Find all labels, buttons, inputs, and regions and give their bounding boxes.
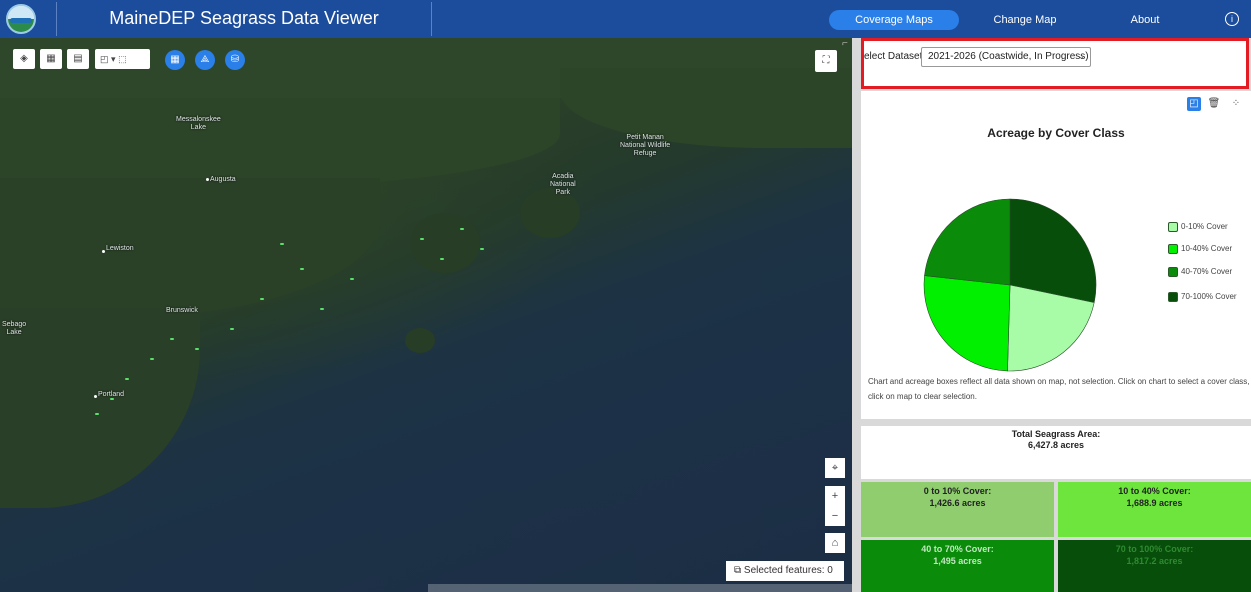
map-label-messalonskee: Messalonskee Lake [176,116,221,131]
legend-label: 70-100% Cover [1181,292,1237,302]
legend-swatch [1168,267,1178,277]
dataset-selector-box: elect Dataset 2021-2026 (Coastwide, In P… [861,38,1249,89]
map-view[interactable]: Messalonskee Lake Augusta Petit Manan Na… [0,38,852,592]
legend-label: 0-10% Cover [1181,222,1228,232]
trash-icon[interactable]: 🗑 [1207,97,1221,111]
map-label-sebago: Sebago Lake [2,321,27,336]
title-box: MaineDEP Seagrass Data Viewer [56,2,432,36]
legend-label: 10-40% Cover [1181,244,1233,254]
selected-features-label: Selected features: 0 [743,565,833,576]
total-seagrass-card: Total Seagrass Area: 6,427.8 acres [861,426,1251,479]
basemap-gallery-icon[interactable]: ▦ [40,49,62,69]
legend-item[interactable]: 70-100% Cover [1168,292,1237,302]
map-label-lewiston: Lewiston [106,245,134,252]
cover-class-label: 0 to 10% Cover: [923,486,992,496]
cover-class-value: 1,688.9 acres [1126,498,1183,508]
cover-class-value: 1,817.2 acres [1126,556,1183,566]
dataset-dropdown-value: 2021-2026 (Coastwide, In Progress) [928,51,1089,62]
legend-swatch [1168,244,1178,254]
cover-class-box: 0 to 10% Cover: 1,426.6 acres [861,482,1054,537]
fullscreen-icon[interactable]: ⛶ [815,50,837,72]
map-label-brunswick: Brunswick [166,307,198,314]
cover-class-value: 1,495 acres [933,556,982,566]
home-icon[interactable]: ⌂ [825,533,845,553]
dataset-label: elect Dataset [864,51,923,62]
pie-slice-10-40-cover[interactable] [923,275,1011,372]
map-label-portland: Portland [98,391,125,398]
cover-class-box: 10 to 40% Cover: 1,688.9 acres [1058,482,1251,537]
pie-slice-70-100-cover[interactable] [1009,198,1097,303]
layout-icon[interactable]: ⁘ [1229,97,1243,111]
maine-dep-logo [6,4,36,34]
database-icon[interactable]: ⛁ [225,50,245,70]
info-icon[interactable]: i [1225,12,1239,26]
layers-icon[interactable]: ◈ [13,49,35,69]
app-title: MaineDEP Seagrass Data Viewer [109,8,379,28]
zoom-in-icon[interactable]: + [825,486,845,506]
legend-item[interactable]: 40-70% Cover [1168,267,1232,277]
select-icon[interactable]: ◰ [100,54,109,64]
map-label-augusta: Augusta [210,176,236,183]
table-icon[interactable]: ▦ [165,50,185,70]
chart-select-icon[interactable]: ◰ [1187,97,1201,111]
chevron-down-icon[interactable]: ▾ [111,54,116,64]
cover-class-box: 70 to 100% Cover: 1,817.2 acres [1058,540,1251,592]
clear-selection-icon[interactable]: ⬚ [118,54,127,64]
map-attribution [428,584,852,592]
map-label-petit-manan: Petit Manan National Wildlife Refuge [620,134,671,157]
selection-icon: ⧉ [734,565,742,576]
app-header: MaineDEP Seagrass Data Viewer Coverage M… [0,0,1251,38]
nav-about[interactable]: About [1100,10,1190,30]
chevron-down-icon: ⌄ [1078,52,1085,61]
legend-swatch [1168,222,1178,232]
legend-swatch [1168,292,1178,302]
print-icon[interactable]: ▤ [67,49,89,69]
map-label-acadia: Acadia National Park [550,173,576,196]
nav-coverage-maps[interactable]: Coverage Maps [829,10,959,30]
collapse-panel-icon[interactable]: ⌐ [842,38,848,49]
zoom-out-icon[interactable]: − [825,506,845,526]
select-tool-combo[interactable]: ◰ ▾ ⬚ [95,49,150,69]
cover-class-label: 70 to 100% Cover: [1115,544,1194,554]
legend-item[interactable]: 0-10% Cover [1168,222,1228,232]
nav-change-map[interactable]: Change Map [965,10,1085,30]
total-label: Total Seagrass Area: [1011,429,1101,439]
chart-toolbar: ◰ 🗑 ⁘ [861,91,1251,120]
legend-item[interactable]: 10-40% Cover [1168,244,1232,254]
pie-slice-40-70-cover[interactable] [924,198,1011,286]
chart-note: Chart and acreage boxes reflect all data… [868,377,1250,401]
cover-class-box: 40 to 70% Cover: 1,495 acres [861,540,1054,592]
total-value: 6,427.8 acres [1027,440,1085,450]
chart-title: Acreage by Cover Class [987,126,1125,140]
pie-chart[interactable] [861,140,1251,380]
cover-class-label: 10 to 40% Cover: [1118,486,1191,496]
selected-features-button[interactable]: ⧉ Selected features: 0 [726,561,844,581]
cover-class-value: 1,426.6 acres [929,498,986,508]
dataset-dropdown[interactable]: 2021-2026 (Coastwide, In Progress) ⌄ [921,47,1091,67]
cover-class-label: 40 to 70% Cover: [921,544,994,554]
legend-label: 40-70% Cover [1181,267,1233,277]
locate-icon[interactable]: ⌖ [825,458,845,478]
share-icon[interactable]: ⟁ [195,50,215,70]
